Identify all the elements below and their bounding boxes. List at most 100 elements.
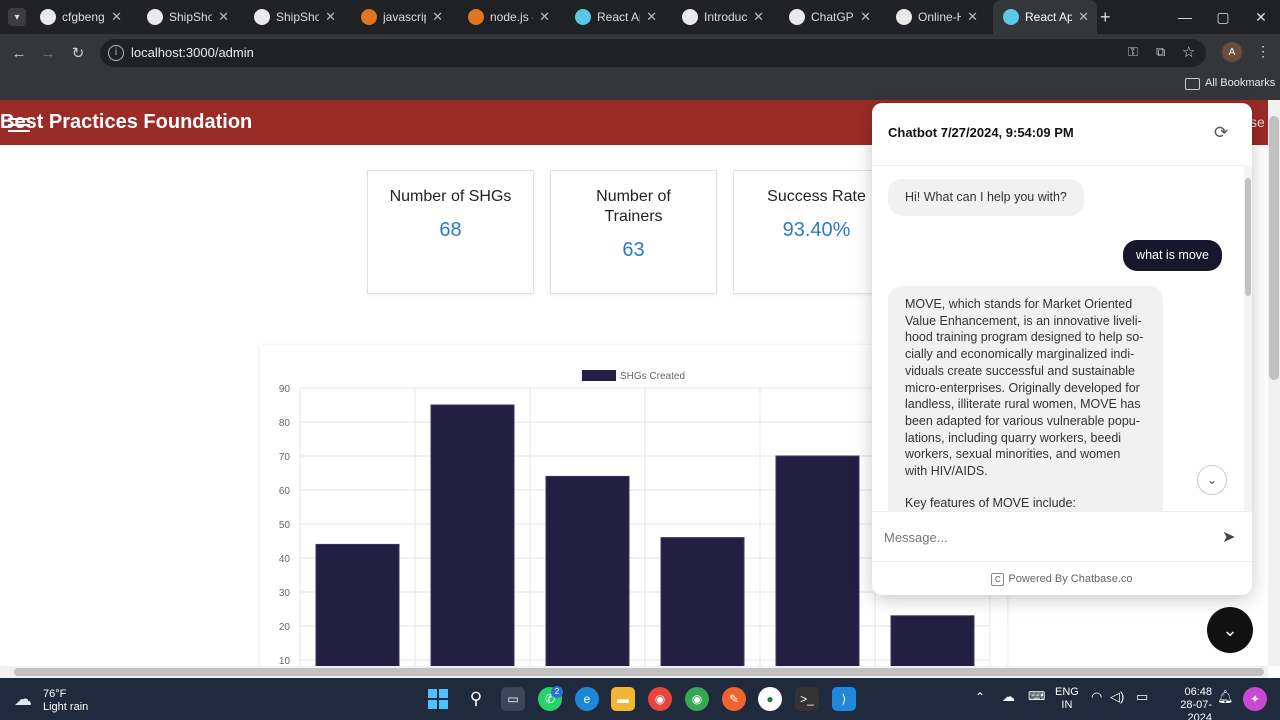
site-info-icon[interactable]: i <box>108 45 124 61</box>
notification-bell-icon[interactable]: 🔔︎ <box>1217 689 1234 705</box>
page-title: Best Practices Foundation <box>0 111 253 133</box>
tab-close-icon[interactable]: ✕ <box>753 9 772 25</box>
bot-message-text: Key features of MOVE include: <box>905 495 1076 510</box>
browser-tab[interactable]: ChatGPT ✕ <box>779 0 879 34</box>
clock[interactable]: 06:48 28-07-2024 <box>1156 686 1212 720</box>
chrome-profile-icon[interactable]: ◉ <box>685 687 709 711</box>
react-icon <box>1003 9 1019 25</box>
chevron-up-icon[interactable]: ⌃ <box>975 690 985 704</box>
send-icon[interactable]: ➤ <box>1222 527 1235 547</box>
browser-tab[interactable]: React App ✕ <box>565 0 665 34</box>
tab-close-icon[interactable]: ✕ <box>646 9 665 25</box>
browser-tab[interactable]: Online-Ho ✕ <box>886 0 986 34</box>
stat-card-trainers: Number of Trainers 63 <box>550 170 717 294</box>
lang-bottom: IN <box>1061 699 1073 711</box>
hamburger-menu-icon[interactable] <box>8 118 30 132</box>
clock-date: 28-07-2024 <box>1180 699 1212 720</box>
maximize-button[interactable]: ▢ <box>1204 0 1242 34</box>
profile-avatar[interactable]: A <box>1222 42 1242 62</box>
browser-tab[interactable]: React App ✕ <box>993 0 1097 34</box>
page-scroll-thumb[interactable] <box>1269 116 1279 380</box>
y-tick-label: 10 <box>279 656 291 666</box>
copilot-icon[interactable]: ✦ <box>1243 687 1267 711</box>
github-icon <box>40 9 56 25</box>
chat-scroll-thumb[interactable] <box>1245 178 1251 296</box>
install-app-icon[interactable]: ⧉ <box>1156 44 1165 60</box>
scroll-down-button[interactable]: ⌄ <box>1197 465 1227 495</box>
bar <box>775 455 860 666</box>
all-bookmarks-link[interactable]: All Bookmarks <box>1205 77 1275 89</box>
tab-close-icon[interactable]: ✕ <box>967 9 986 25</box>
y-tick-label: 70 <box>279 452 291 463</box>
browser-tab[interactable]: cfgbengalu ✕ <box>30 0 130 34</box>
tab-search-button[interactable]: ▾ <box>8 8 26 26</box>
browser-tab[interactable]: javascript ✕ <box>351 0 451 34</box>
browser-tab[interactable]: ShipShop/ ✕ <box>137 0 237 34</box>
tab-close-icon[interactable]: ✕ <box>539 9 558 25</box>
new-tab-button[interactable]: + <box>1100 7 1111 28</box>
bar <box>545 475 630 666</box>
tab-close-icon[interactable]: ✕ <box>111 9 130 25</box>
terminal-icon[interactable]: >_ <box>795 687 819 711</box>
weather-widget[interactable]: 76°F Light rain <box>43 688 88 714</box>
react-icon <box>575 9 591 25</box>
stat-value: 93.40% <box>782 219 851 241</box>
message-input[interactable] <box>882 520 1206 554</box>
task-view-icon[interactable]: ▭ <box>501 687 525 711</box>
onedrive-icon[interactable]: ☁ <box>1002 689 1015 705</box>
back-button[interactable]: ← <box>8 42 30 64</box>
bot-message: Hi! What can I help you with? <box>888 179 1084 216</box>
chat-messages: Hi! What can I help you with? what is mo… <box>872 165 1244 511</box>
clock-time: 06:48 <box>1184 686 1212 698</box>
menu-kebab-icon[interactable]: ⋮ <box>1256 43 1270 60</box>
message-input-row: ➤ <box>872 511 1252 562</box>
tab-close-icon[interactable]: ✕ <box>432 9 451 25</box>
wifi-icon[interactable]: ◠ <box>1091 689 1102 705</box>
y-tick-label: 50 <box>279 520 291 531</box>
chatbot-panel: Chatbot 7/27/2024, 9:54:09 PM ⟳ Hi! What… <box>872 103 1252 595</box>
edge-icon[interactable]: e <box>575 687 599 711</box>
forward-button[interactable]: → <box>37 42 59 64</box>
keyboard-icon[interactable]: ⌨ <box>1028 689 1045 703</box>
bookmarks-bar <box>0 72 1280 100</box>
weather-cloud-icon: ☁ <box>14 689 32 709</box>
vscode-icon[interactable]: ⟩ <box>832 687 856 711</box>
app-icon <box>254 9 270 25</box>
page-hscroll-thumb[interactable] <box>14 668 1264 676</box>
star-icon[interactable]: ☆ <box>1182 43 1195 61</box>
language-indicator[interactable]: ENG IN <box>1055 686 1079 712</box>
tab-close-icon[interactable]: ✕ <box>860 9 879 25</box>
file-explorer-icon[interactable]: ▬ <box>611 687 635 711</box>
battery-icon[interactable]: ▭ <box>1136 689 1148 705</box>
minimize-button[interactable]: — <box>1166 0 1204 34</box>
windows-taskbar <box>0 678 1280 720</box>
browser-tab[interactable]: node.js - c ✕ <box>458 0 558 34</box>
address-bar[interactable] <box>100 39 1206 67</box>
postman-icon[interactable]: ✎ <box>722 687 746 711</box>
tab-label: ShipShop/ <box>169 10 213 24</box>
chrome-icon[interactable]: ◉ <box>648 687 672 711</box>
tab-label: node.js - c <box>490 10 533 24</box>
browser-tab[interactable]: Introducin ✕ <box>672 0 772 34</box>
tab-label: React App <box>1025 10 1073 24</box>
folder-icon <box>1185 78 1200 90</box>
search-icon[interactable]: ⚲ <box>464 687 488 711</box>
stat-title: Success Rate <box>767 188 866 205</box>
tab-close-icon[interactable]: ✕ <box>218 9 237 25</box>
refresh-icon[interactable]: ⟳ <box>1214 123 1234 143</box>
browser-tab[interactable]: ShipShop ✕ <box>244 0 344 34</box>
tab-close-icon[interactable]: ✕ <box>1078 9 1097 25</box>
key-icon[interactable]: ⚿ <box>1128 44 1138 60</box>
chatgpt-icon <box>789 9 805 25</box>
volume-icon[interactable]: ◁) <box>1110 689 1124 705</box>
tab-label: ShipShop <box>276 10 320 24</box>
chat-toggle-button[interactable]: ⌄ <box>1207 607 1253 653</box>
tab-close-icon[interactable]: ✕ <box>325 9 344 25</box>
windows-start-icon[interactable] <box>426 687 450 711</box>
whatsapp-badge: 2 <box>551 686 563 698</box>
reload-button[interactable]: ↻ <box>67 42 89 64</box>
github-icon <box>147 9 163 25</box>
powered-by-link[interactable]: Powered By Chatbase.co <box>1008 573 1132 585</box>
mongodb-compass-icon[interactable]: ● <box>758 687 782 711</box>
close-window-button[interactable]: ✕ <box>1242 0 1280 34</box>
